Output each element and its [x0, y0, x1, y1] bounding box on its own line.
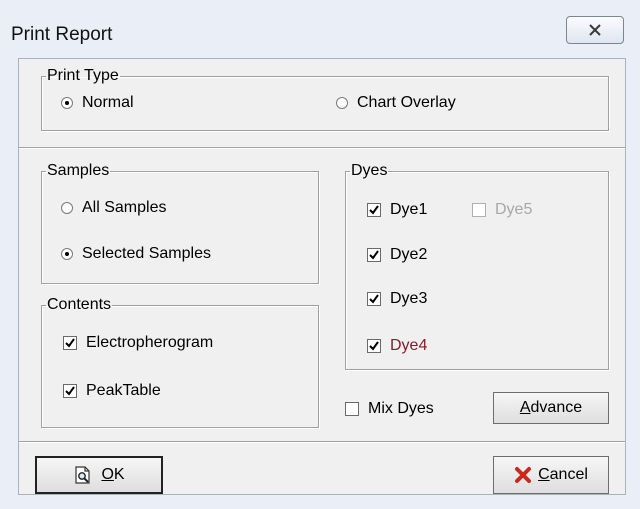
checkbox-peaktable-box[interactable]: [63, 384, 77, 398]
checkbox-dye2[interactable]: Dye2: [367, 246, 427, 264]
separator-bottom: [19, 441, 625, 443]
radio-normal[interactable]: Normal: [61, 94, 134, 112]
window-title: Print Report: [11, 24, 113, 45]
cancel-mnemonic: C: [538, 466, 550, 483]
samples-group: Samples: [41, 163, 319, 284]
ok-mnemonic: O: [101, 466, 114, 483]
radio-selected-samples[interactable]: Selected Samples: [61, 245, 211, 263]
checkbox-mix-dyes-label: Mix Dyes: [368, 400, 434, 417]
ok-label: K: [113, 466, 125, 483]
print-report-dialog: Print Report Print Type Normal Chart Ove…: [0, 0, 640, 509]
radio-all-samples[interactable]: All Samples: [61, 199, 166, 217]
checkbox-dye3-label: Dye3: [390, 290, 428, 307]
checkbox-dye3-box[interactable]: [367, 292, 381, 306]
radio-chart-overlay[interactable]: Chart Overlay: [336, 94, 456, 112]
checkmark-icon: [65, 338, 75, 348]
radio-normal-label: Normal: [82, 94, 134, 111]
checkbox-electropherogram-box[interactable]: [63, 336, 77, 350]
ok-button[interactable]: OK: [35, 456, 163, 494]
radio-selected-samples-label: Selected Samples: [82, 245, 211, 262]
close-icon: [589, 24, 601, 36]
dialog-body: Print Type Normal Chart Overlay Samples …: [18, 58, 626, 495]
checkbox-dye2-box[interactable]: [367, 248, 381, 262]
checkbox-dye1-box[interactable]: [367, 203, 381, 217]
radio-selected-samples-indicator[interactable]: [61, 248, 73, 260]
cancel-button[interactable]: Cancel: [493, 456, 609, 494]
advance-label: dvance: [530, 399, 583, 416]
checkbox-peaktable[interactable]: PeakTable: [63, 382, 161, 400]
samples-legend: Samples: [47, 162, 110, 179]
radio-normal-indicator[interactable]: [61, 97, 73, 109]
radio-chart-overlay-indicator[interactable]: [336, 97, 348, 109]
contents-legend: Contents: [47, 296, 112, 313]
checkbox-dye5-label: Dye5: [495, 201, 533, 218]
checkbox-dye5-box: [472, 203, 486, 217]
checkbox-mix-dyes-box[interactable]: [345, 402, 359, 416]
cancel-label: ancel: [549, 466, 588, 483]
checkbox-electropherogram-label: Electropherogram: [86, 334, 214, 351]
radio-chart-overlay-label: Chart Overlay: [357, 94, 456, 111]
checkbox-dye5: Dye5: [472, 201, 532, 219]
checkbox-dye1[interactable]: Dye1: [367, 201, 427, 219]
checkbox-electropherogram[interactable]: Electropherogram: [63, 334, 213, 352]
checkbox-peaktable-label: PeakTable: [86, 382, 161, 399]
close-button[interactable]: [566, 16, 624, 44]
checkmark-icon: [369, 294, 379, 304]
contents-group: Contents: [41, 297, 319, 428]
checkmark-icon: [369, 205, 379, 215]
checkbox-dye4-box[interactable]: [367, 339, 381, 353]
print-preview-icon: [75, 466, 91, 484]
checkbox-mix-dyes[interactable]: Mix Dyes: [345, 400, 434, 418]
checkbox-dye2-label: Dye2: [390, 246, 428, 263]
checkmark-icon: [369, 341, 379, 351]
title-bar[interactable]: Print Report: [0, 0, 640, 62]
checkmark-icon: [65, 386, 75, 396]
checkmark-icon: [369, 250, 379, 260]
radio-all-samples-label: All Samples: [82, 199, 167, 216]
checkbox-dye4[interactable]: Dye4: [367, 337, 427, 355]
dyes-legend: Dyes: [351, 162, 388, 179]
advance-mnemonic: A: [519, 399, 531, 416]
checkbox-dye4-label: Dye4: [390, 337, 428, 354]
checkbox-dye1-label: Dye1: [390, 201, 428, 218]
print-type-legend: Print Type: [47, 67, 119, 84]
separator-top: [19, 147, 625, 149]
checkbox-dye3[interactable]: Dye3: [367, 290, 427, 308]
advance-button[interactable]: Advance: [493, 392, 609, 424]
red-x-icon: [515, 467, 532, 483]
radio-all-samples-indicator[interactable]: [61, 202, 73, 214]
